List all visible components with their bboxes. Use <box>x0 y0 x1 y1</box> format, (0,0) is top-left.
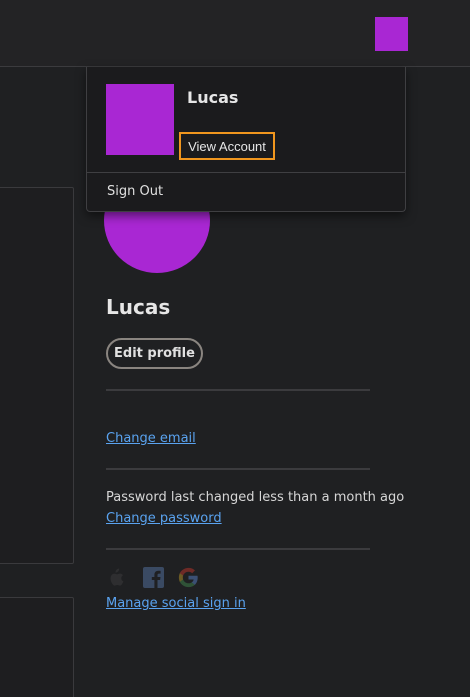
content-card <box>0 597 74 697</box>
edit-profile-button[interactable]: Edit profile <box>106 338 203 369</box>
user-avatar-button[interactable] <box>375 17 408 51</box>
top-bar <box>0 0 470 67</box>
sign-out-button[interactable]: Sign Out <box>107 184 163 199</box>
view-account-button[interactable]: View Account <box>179 132 275 160</box>
manage-social-sign-in-link[interactable]: Manage social sign in <box>106 596 246 611</box>
password-status-text: Password last changed less than a month … <box>106 490 405 505</box>
facebook-icon <box>142 566 164 588</box>
content-card <box>0 187 74 564</box>
google-icon <box>177 566 199 588</box>
dropdown-avatar <box>106 84 174 155</box>
divider <box>106 548 370 550</box>
divider <box>106 389 370 391</box>
dropdown-divider <box>87 172 405 173</box>
account-dropdown: Lucas View Account Sign Out <box>86 67 406 212</box>
change-password-link[interactable]: Change password <box>106 511 222 526</box>
dropdown-user-name: Lucas <box>187 88 239 107</box>
divider <box>106 468 370 470</box>
change-email-link[interactable]: Change email <box>106 431 196 446</box>
profile-name: Lucas <box>106 295 171 319</box>
apple-icon <box>106 566 126 588</box>
